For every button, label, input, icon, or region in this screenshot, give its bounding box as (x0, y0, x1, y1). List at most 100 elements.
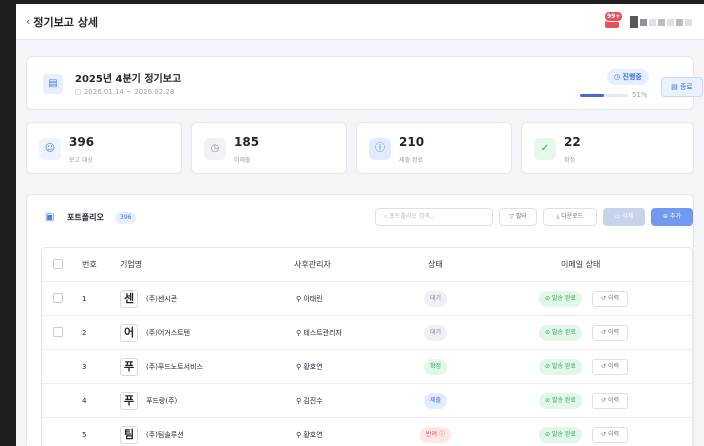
check-circle-icon: ⊘ (545, 431, 552, 438)
stat-value: 22 (564, 135, 581, 149)
download-button[interactable]: ⤓ 다운로드 (543, 208, 597, 226)
company-logo: 푸 (120, 358, 138, 376)
end-report-button[interactable]: ▤ 종료 (661, 77, 703, 97)
status-badge: 확정 (424, 359, 448, 375)
stat-value: 210 (399, 135, 425, 149)
column-header-email-status: 이메일 상태 (561, 260, 601, 269)
table-header-row: 번호 기업명 사후관리자 상태 이메일 상태 (42, 248, 692, 282)
status-badge: 반려 ⓘ (420, 427, 451, 443)
report-status-badge: ◷ 진행중 (607, 69, 649, 85)
company-logo: 푸 (120, 392, 138, 410)
check-circle-icon: ⊘ (545, 329, 552, 336)
column-header-manager: 사후관리자 (294, 260, 331, 269)
history-icon: ↺ (601, 295, 608, 302)
table-row[interactable]: 3 푸 (주)푸드노트서비스 ⚲ 황호연 확정 ⊘ 발송 완료 ↺ 이력 (42, 350, 692, 384)
delete-button[interactable]: ▭ 삭제 (603, 208, 645, 226)
report-progress-bar (580, 94, 628, 97)
report-date-range: ▢ 2026.01.14 ~ 2026.02.28 (75, 88, 175, 96)
company-name[interactable]: (주)팀솔루션 (146, 418, 184, 446)
stat-card-submitted: ⓘ 210 제출 완료 (356, 122, 512, 174)
manager-name: ⚲ 이태린 (296, 295, 323, 303)
company-logo: 센 (120, 290, 138, 308)
history-button[interactable]: ↺ 이력 (592, 427, 628, 443)
portfolio-table: 번호 기업명 사후관리자 상태 이메일 상태 1 센 (주)센시콘 ⚲ 이태린 … (41, 247, 693, 446)
add-button[interactable]: ⊕ 추가 (651, 208, 693, 226)
stat-label: 제출 완료 (399, 157, 423, 164)
company-logo: 팀 (120, 426, 138, 444)
calendar-icon: ▢ (75, 88, 84, 96)
stat-value: 185 (234, 135, 260, 149)
history-button[interactable]: ↺ 이력 (592, 359, 628, 375)
stat-label: 보고 대상 (69, 157, 93, 164)
manager-name: ⚲ 황호연 (296, 363, 323, 371)
notification-badge: 99+ (604, 11, 624, 22)
table-row[interactable]: 4 푸 푸드랑(주) ⚲ 김진수 제출 ⊘ 발송 완료 ↺ 이력 (42, 384, 692, 418)
portfolio-count-badge: 396 (115, 212, 137, 224)
row-checkbox[interactable] (53, 293, 63, 303)
status-badge: 대기 (424, 325, 448, 341)
row-checkbox[interactable] (53, 327, 63, 337)
company-name[interactable]: (주)센시콘 (146, 282, 177, 316)
history-icon: ↺ (601, 329, 608, 336)
back-icon[interactable]: ‹ (26, 15, 30, 28)
app-frame: ‹ 정기보고 상세 99+ ▤ 2025년 4분기 정기보고 ▢ 2026.01… (16, 4, 704, 446)
row-number: 2 (82, 329, 87, 337)
email-status-badge: ⊘ 발송 완료 (539, 325, 582, 341)
stat-card-unsubmitted: ◷ 185 미제출 (191, 122, 347, 174)
stat-label: 확정 (564, 157, 576, 164)
table-row[interactable]: 1 센 (주)센시콘 ⚲ 이태린 대기 ⊘ 발송 완료 ↺ 이력 (42, 282, 692, 316)
user-avatar[interactable] (630, 16, 692, 28)
email-status-badge: ⊘ 발송 완료 (539, 359, 582, 375)
history-button[interactable]: ↺ 이력 (592, 291, 628, 307)
alert-circle-icon: ⓘ (437, 431, 445, 438)
table-row[interactable]: 2 어 (주)어거스트텐 ⚲ 테스트관리자 대기 ⊘ 발송 완료 ↺ 이력 (42, 316, 692, 350)
company-name[interactable]: (주)어거스트텐 (146, 316, 190, 350)
report-progress-fill (580, 94, 605, 97)
row-number: 3 (82, 363, 87, 371)
status-badge: 대기 (424, 291, 448, 307)
report-summary-card: ▤ 2025년 4분기 정기보고 ▢ 2026.01.14 ~ 2026.02.… (26, 56, 703, 110)
history-icon: ↺ (601, 431, 608, 438)
manager-name: ⚲ 테스트관리자 (296, 329, 342, 337)
email-status-badge: ⊘ 발송 완료 (539, 291, 582, 307)
column-header-company: 기업명 (120, 260, 143, 269)
check-circle-icon: ⊘ (545, 397, 552, 404)
report-progress-text: 51% (632, 91, 648, 99)
row-number: 4 (82, 397, 87, 405)
email-status-badge: ⊘ 발송 완료 (539, 393, 582, 409)
portfolio-card: ▣ 포트폴리오 396 ⌕ 포트폴리오 검색... ▽ 필터 ⤓ 다운로드 ▭ … (26, 194, 694, 446)
clipboard-icon: ▣ (45, 212, 55, 223)
company-name[interactable]: 푸드랑(주) (146, 384, 177, 418)
company-logo: 어 (120, 324, 138, 342)
check-circle-icon: ⊘ (545, 363, 552, 370)
stat-value: 396 (69, 135, 95, 149)
clock-icon: ◷ (614, 73, 623, 81)
alert-icon: ⓘ (369, 138, 391, 160)
notification-bell-icon[interactable]: 99+ (602, 11, 624, 32)
page-title: 정기보고 상세 (33, 15, 98, 29)
stat-label: 미제출 (234, 157, 251, 164)
portfolio-search-input[interactable]: ⌕ 포트폴리오 검색... (375, 208, 493, 226)
plus-icon: ⊕ (663, 213, 670, 220)
history-icon: ↺ (601, 363, 608, 370)
history-button[interactable]: ↺ 이력 (592, 393, 628, 409)
history-button[interactable]: ↺ 이력 (592, 325, 628, 341)
row-number: 1 (82, 295, 87, 303)
check-icon: ✓ (534, 138, 556, 160)
portfolio-title: 포트폴리오 (67, 213, 104, 222)
top-bar: ‹ 정기보고 상세 99+ (16, 4, 704, 40)
select-all-checkbox[interactable] (53, 259, 63, 269)
stat-card-confirmed: ✓ 22 확정 (521, 122, 694, 174)
company-name[interactable]: (주)푸드노트서비스 (146, 350, 203, 384)
document-icon: ▤ (671, 83, 680, 91)
manager-name: ⚲ 김진수 (296, 397, 323, 405)
table-row[interactable]: 5 팀 (주)팀솔루션 ⚲ 황호연 반려 ⓘ ⊘ 발송 완료 ↺ 이력 (42, 418, 692, 446)
filter-button[interactable]: ▽ 필터 (499, 208, 537, 226)
row-number: 5 (82, 431, 87, 439)
history-icon: ↺ (601, 397, 608, 404)
clock-icon: ◷ (204, 138, 226, 160)
document-icon: ▤ (43, 74, 63, 94)
check-circle-icon: ⊘ (545, 295, 552, 302)
manager-name: ⚲ 황호연 (296, 431, 323, 439)
status-badge: 제출 (424, 393, 448, 409)
